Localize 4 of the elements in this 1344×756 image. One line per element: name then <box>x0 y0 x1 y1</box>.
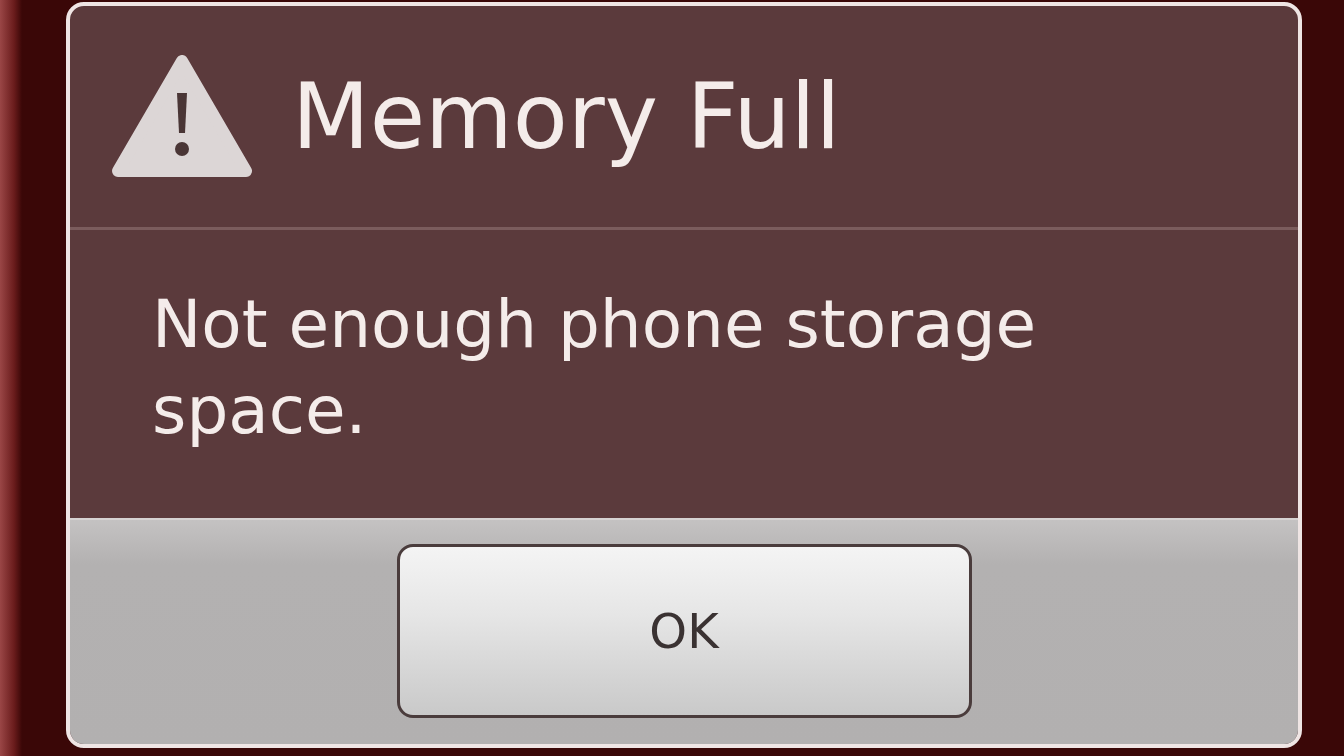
warning-icon <box>112 54 252 179</box>
ok-button[interactable]: OK <box>396 544 972 718</box>
dialog-message: Not enough phone storage space. <box>152 285 1038 451</box>
dialog-title: Memory Full <box>292 67 841 166</box>
